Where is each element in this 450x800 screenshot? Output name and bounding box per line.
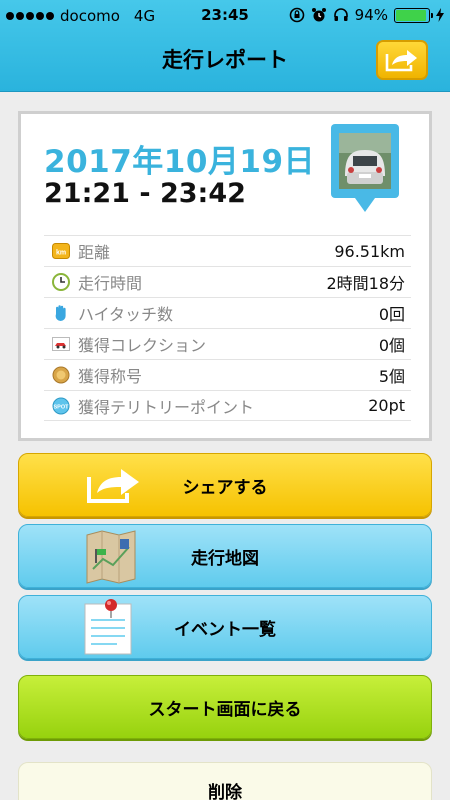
rotation-lock-icon: [289, 7, 304, 23]
stat-label: 距離: [78, 243, 111, 262]
drive-map-button[interactable]: 走行地図: [18, 524, 432, 588]
stat-row-drive-time: 走行時間 2時間18分: [44, 266, 411, 297]
stat-row-distance: km 距離 96.51km: [44, 235, 411, 266]
stat-label: 獲得コレクション: [78, 336, 207, 355]
stat-label: 獲得テリトリーポイント: [78, 397, 255, 417]
stat-value: 0回: [378, 305, 405, 324]
event-list-button-label: イベント一覧: [174, 619, 276, 640]
battery-percent: 94%: [354, 6, 388, 24]
top-bar: docomo 4G 23:45 94% 走行レポート: [0, 0, 450, 92]
charging-icon: [436, 8, 444, 22]
stat-value: 20pt: [368, 396, 405, 415]
medal-icon: [52, 366, 70, 384]
spot-icon: SPOT: [52, 397, 70, 415]
stat-label: 走行時間: [78, 274, 143, 293]
back-to-start-button[interactable]: スタート画面に戻る: [18, 675, 432, 739]
stat-value: 96.51km: [334, 241, 405, 261]
stat-row-high-touch: ハイタッチ数 0回: [44, 297, 411, 328]
map-icon: [86, 530, 136, 584]
alarm-icon: [311, 8, 326, 22]
clock-icon: [52, 273, 70, 291]
report-card: 2017年10月19日 21:21 - 23:42 km 距離 96.51km …: [18, 111, 432, 441]
share-arrow-icon: [385, 50, 417, 72]
stat-row-collection: 獲得コレクション 0個: [44, 328, 411, 359]
share-top-button[interactable]: [376, 40, 428, 80]
stat-label: ハイタッチ数: [78, 305, 174, 324]
svg-text:SPOT: SPOT: [54, 404, 70, 410]
battery-icon: [394, 7, 433, 23]
back-to-start-button-label: スタート画面に戻る: [148, 699, 302, 720]
status-right: 94%: [289, 6, 444, 24]
stat-value: 5個: [378, 367, 405, 386]
report-stats: km 距離 96.51km 走行時間 2時間18分 ハイタッチ数 0回 獲得コレ…: [44, 235, 411, 421]
status-bar: docomo 4G 23:45 94%: [0, 0, 450, 32]
report-date: 2017年10月19日: [44, 144, 316, 180]
stat-label: 獲得称号: [78, 367, 143, 386]
drive-map-button-label: 走行地図: [191, 548, 259, 569]
share-button-label: シェアする: [182, 477, 268, 498]
delete-button-label: 削除: [208, 782, 242, 800]
stat-value: 2時間18分: [326, 274, 405, 293]
share-button[interactable]: シェアする: [18, 453, 432, 517]
car-photo-pin-icon: [331, 124, 399, 212]
share-arrow-icon: [87, 469, 139, 503]
svg-text:km: km: [56, 250, 66, 257]
headphones-icon: [333, 8, 348, 21]
memo-pin-icon: [84, 599, 132, 655]
event-list-button[interactable]: イベント一覧: [18, 595, 432, 659]
stat-row-territory-points: SPOT 獲得テリトリーポイント 20pt: [44, 390, 411, 421]
stat-row-titles: 獲得称号 5個: [44, 359, 411, 390]
car-collection-icon: [52, 335, 70, 353]
report-time-range: 21:21 - 23:42: [44, 178, 246, 209]
stat-value: 0個: [378, 336, 405, 355]
km-icon: km: [52, 242, 70, 260]
delete-button[interactable]: 削除: [18, 762, 432, 800]
hand-icon: [52, 304, 70, 322]
